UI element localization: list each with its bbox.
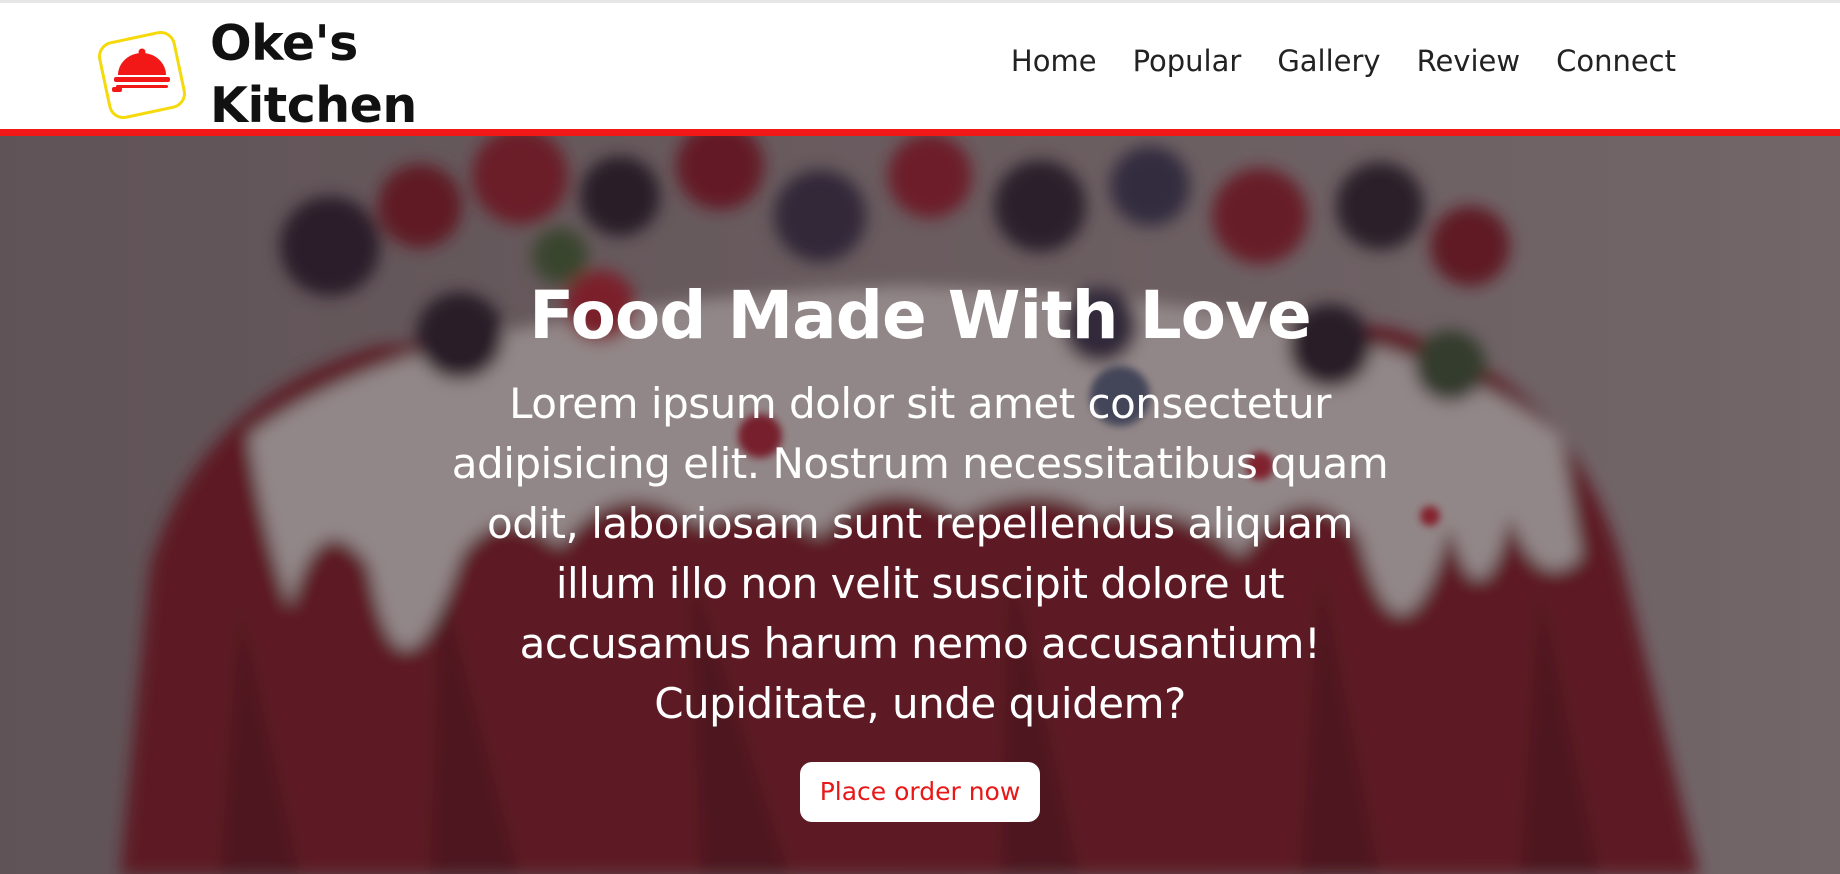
nav-link-home[interactable]: Home <box>1011 41 1097 81</box>
brand-name: Oke's Kitchen <box>210 13 440 137</box>
hero-section: Food Made With Love Lorem ipsum dolor si… <box>0 136 1840 874</box>
hero-content: Food Made With Love Lorem ipsum dolor si… <box>0 276 1840 822</box>
place-order-button[interactable]: Place order now <box>800 762 1040 822</box>
brand-name-line1: Oke's <box>210 15 358 72</box>
hero-description: Lorem ipsum dolor sit amet consectetur a… <box>451 379 1389 728</box>
cloche-icon <box>98 31 186 119</box>
brand-name-line2: Kitchen <box>210 77 417 134</box>
site-header: Oke's Kitchen Home Popular Gallery Revie… <box>0 0 1840 136</box>
hero-title: Food Made With Love <box>529 277 1312 354</box>
nav-link-gallery[interactable]: Gallery <box>1277 41 1380 81</box>
main-nav: Home Popular Gallery Review Connect <box>1011 41 1676 81</box>
nav-link-popular[interactable]: Popular <box>1133 41 1242 81</box>
nav-link-connect[interactable]: Connect <box>1556 41 1676 81</box>
brand[interactable]: Oke's Kitchen <box>96 13 440 137</box>
nav-link-review[interactable]: Review <box>1417 41 1520 81</box>
